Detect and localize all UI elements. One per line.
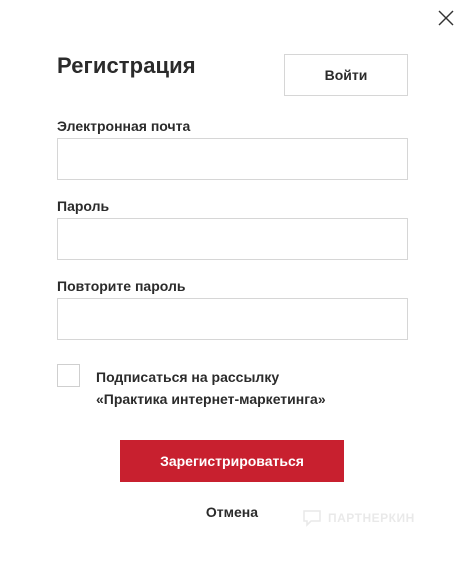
subscribe-label-line2: «Практика интернет-маркетинга» (96, 391, 326, 407)
email-field[interactable] (57, 138, 408, 180)
registration-modal: Регистрация Войти Электронная почта Паро… (0, 0, 467, 585)
page-title: Регистрация (57, 53, 196, 78)
password-repeat-label: Повторите пароль (57, 278, 186, 294)
subscribe-checkbox[interactable] (57, 364, 80, 387)
register-button[interactable]: Зарегистрироваться (120, 440, 344, 482)
login-button[interactable]: Войти (284, 54, 408, 96)
subscribe-label-line1: Подписаться на рассылку (96, 369, 280, 385)
watermark: ПАРТНЕРКИН (302, 509, 415, 527)
password-field[interactable] (57, 218, 408, 260)
email-label: Электронная почта (57, 118, 191, 134)
watermark-text: ПАРТНЕРКИН (328, 511, 415, 525)
password-repeat-field[interactable] (57, 298, 408, 340)
subscribe-label[interactable]: Подписаться на рассылку «Практика интерн… (96, 366, 376, 410)
close-icon[interactable] (436, 8, 456, 28)
password-label: Пароль (57, 198, 110, 214)
chat-bubble-icon (303, 510, 321, 527)
